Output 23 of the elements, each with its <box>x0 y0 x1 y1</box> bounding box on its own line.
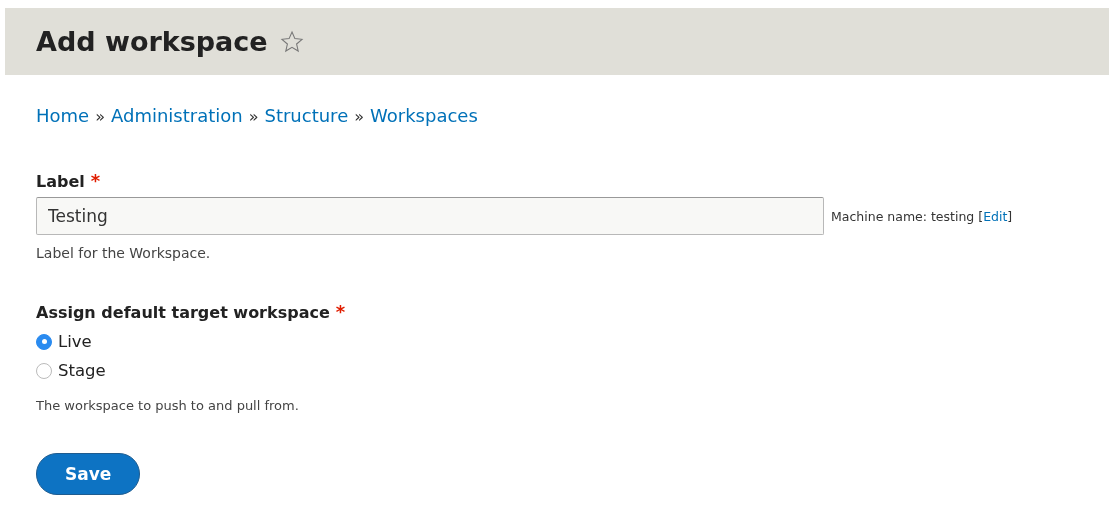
label-input[interactable]: Testing <box>36 197 824 235</box>
edit-link[interactable]: Edit <box>983 208 1008 224</box>
breadcrumb-separator: » <box>248 107 259 126</box>
field-label: Label <box>36 172 85 191</box>
breadcrumb-link[interactable]: Administration <box>110 105 243 126</box>
breadcrumb-separator: » <box>354 107 364 126</box>
radio-label[interactable]: Live <box>58 332 92 351</box>
star-icon[interactable] <box>279 29 304 54</box>
machine-name-text: Machine name: testing [Edit] <box>831 208 1013 224</box>
breadcrumb-link[interactable]: Home <box>36 105 90 126</box>
save-button[interactable]: Save <box>36 453 141 495</box>
radio-button[interactable] <box>36 333 52 350</box>
required-mark: * <box>335 301 346 322</box>
breadcrumb-separator: » <box>95 107 105 126</box>
breadcrumb-link[interactable]: Workspaces <box>370 105 478 126</box>
radio-button[interactable] <box>36 362 52 379</box>
field-description: The workspace to push to and pull from. <box>36 398 300 413</box>
radio-label[interactable]: Stage <box>58 361 106 380</box>
breadcrumb-link[interactable]: Structure <box>264 105 349 126</box>
required-mark: * <box>90 170 101 191</box>
page-title: Add workspace <box>36 26 268 57</box>
field-description: Label for the Workspace. <box>36 245 212 261</box>
field-label: Assign default target workspace <box>36 303 330 322</box>
